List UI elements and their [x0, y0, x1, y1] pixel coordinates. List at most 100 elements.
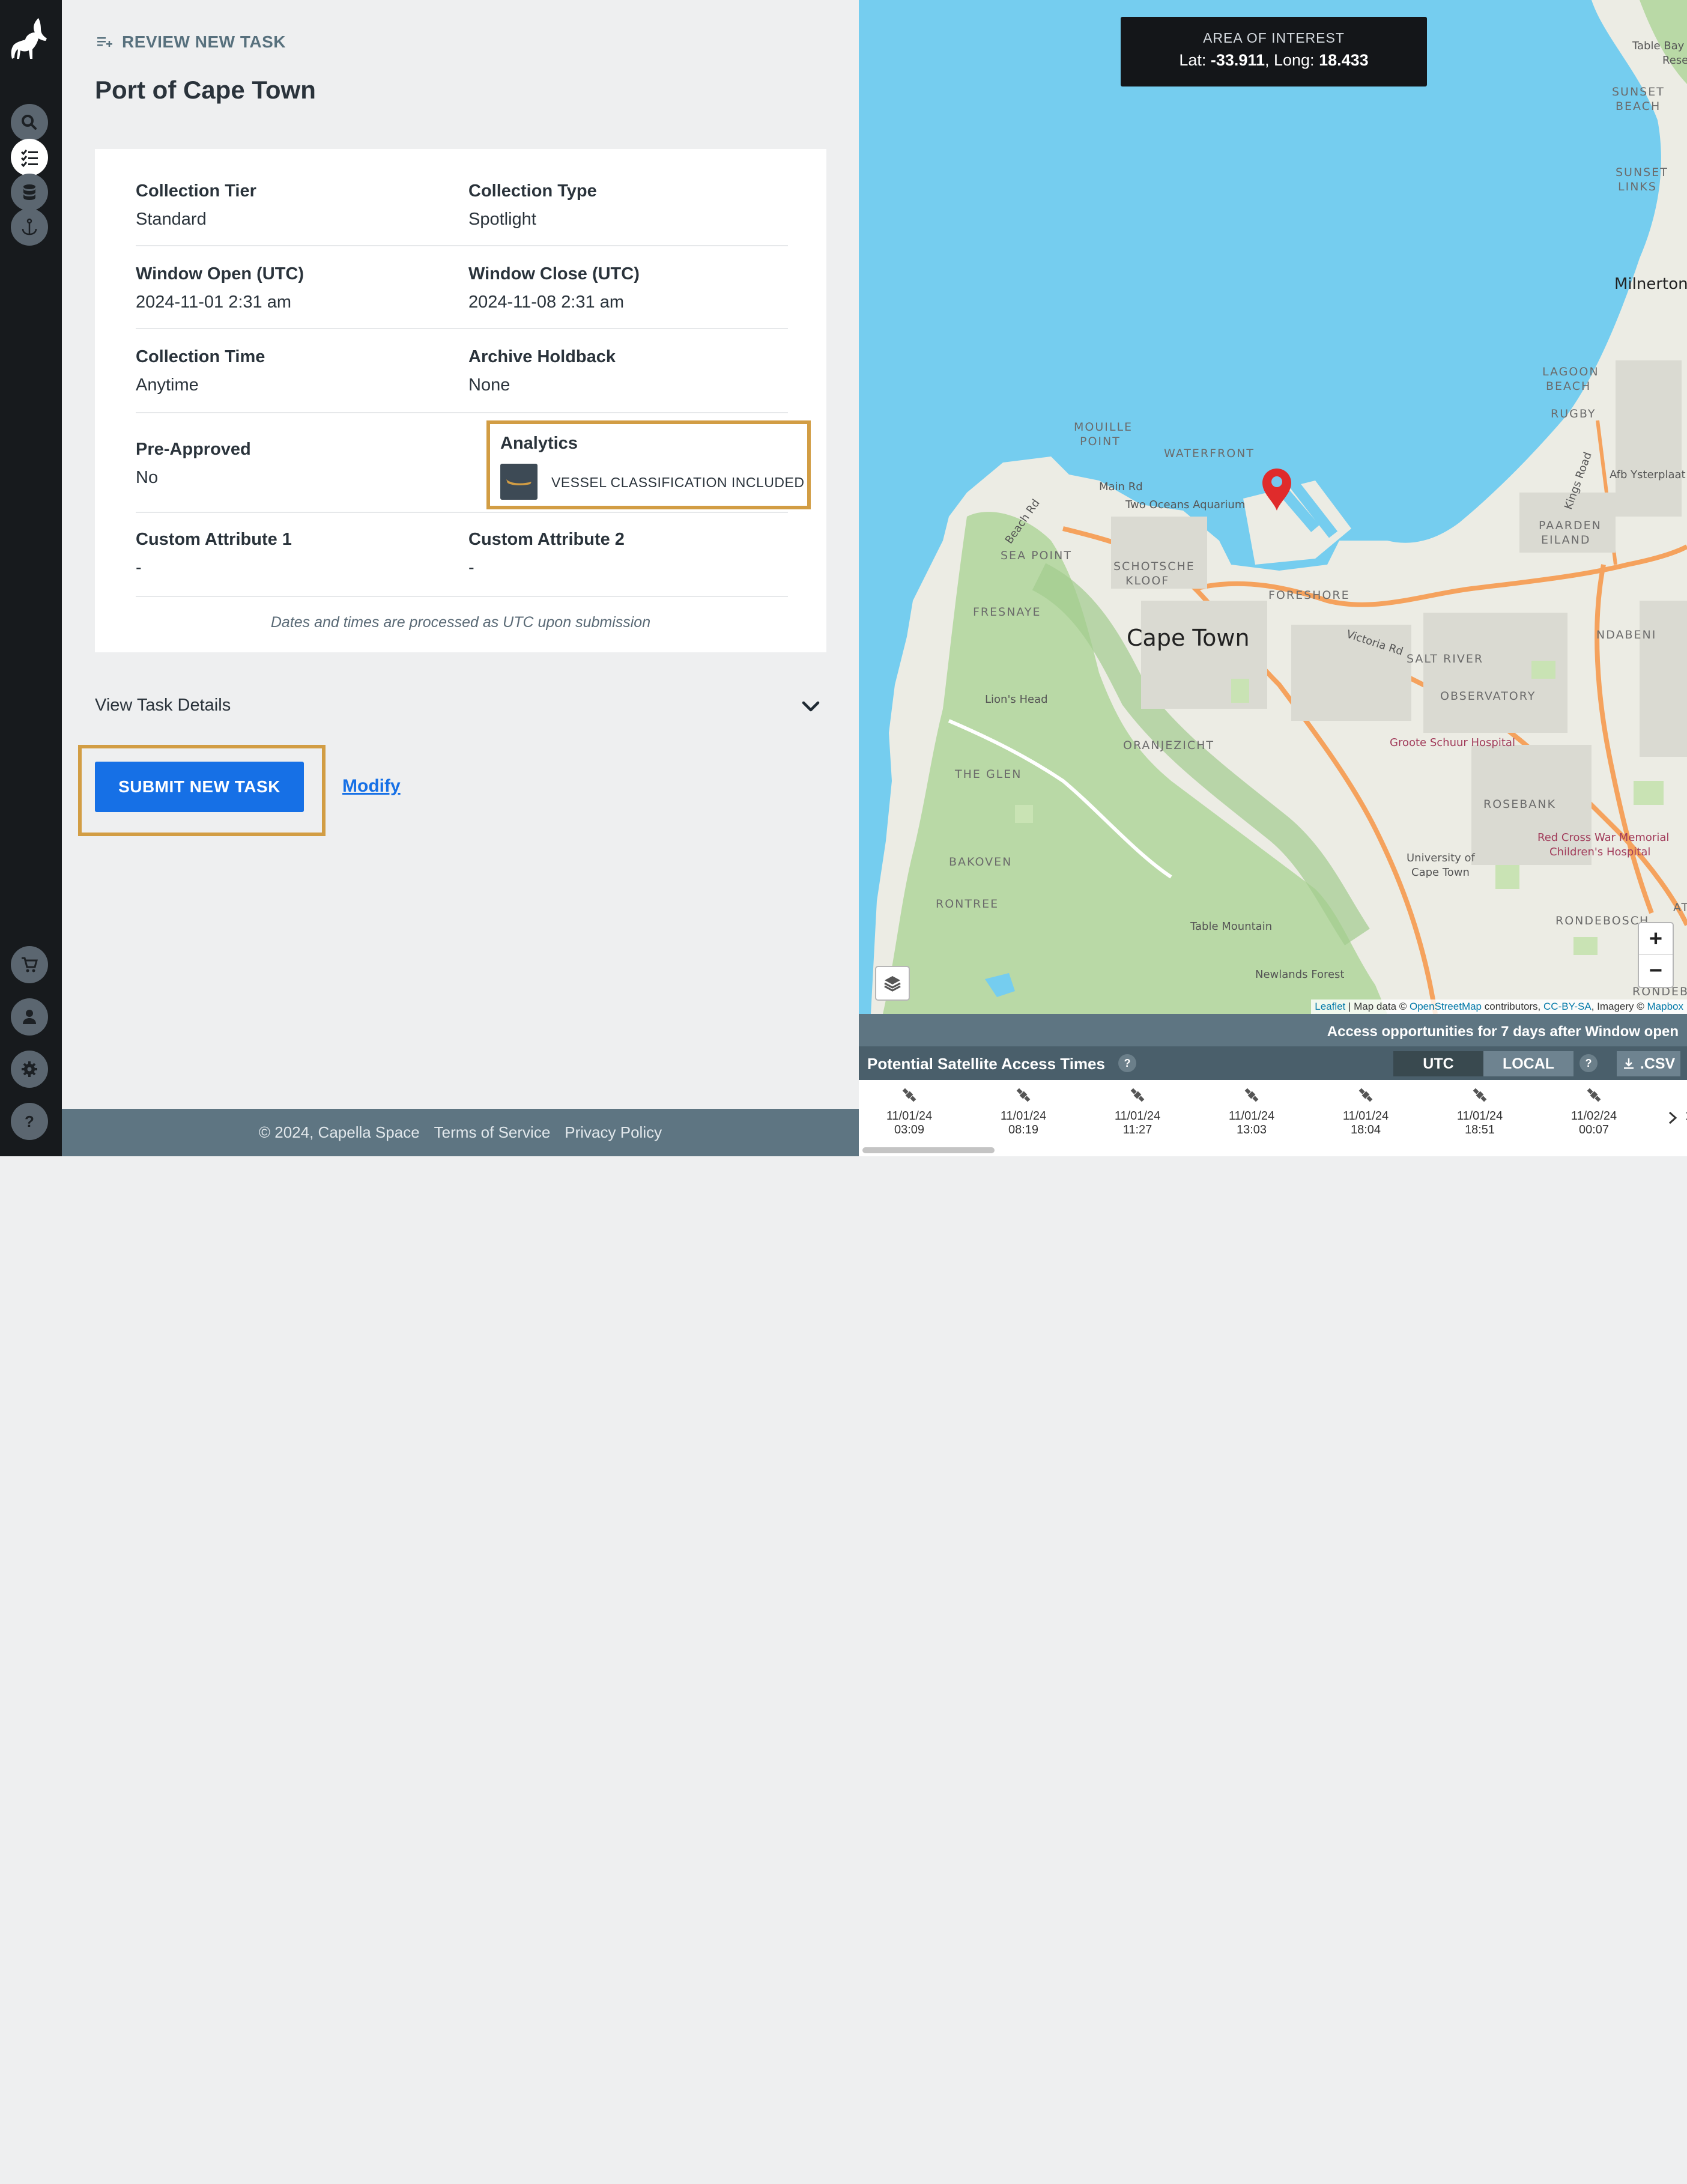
map-label: RONTREE [936, 897, 999, 911]
collection-tier-field: Collection Tier Standard [136, 181, 256, 229]
search-button[interactable] [11, 104, 48, 141]
field-label: Collection Type [468, 181, 597, 201]
field-value: - [468, 558, 474, 577]
map-label: Lion's Head [985, 693, 1048, 706]
zoom-control: + − [1638, 922, 1674, 988]
access-slot[interactable]: 11/02/24 00:07 [1558, 1080, 1630, 1137]
access-help-button[interactable]: ? [1118, 1054, 1136, 1072]
map-label: PAARDEN [1539, 519, 1602, 532]
custom-attribute-2-field: Custom Attribute 2 - [468, 530, 625, 578]
map-label: FRESNAYE [973, 605, 1041, 619]
access-time-slots: 11/01/24 03:09 11/01/24 08:19 11/01/24 11:27 1… [859, 1080, 1687, 1140]
map-label: POINT [1080, 435, 1121, 448]
modify-link[interactable]: Modify [342, 776, 401, 796]
summary-row-tier-type: Collection Tier Standard Collection Type… [136, 181, 788, 246]
slot-date: 11/02/24 [1570, 1109, 1617, 1123]
map[interactable]: AREA OF INTEREST Lat: -33.911, Long: 18.… [859, 0, 1687, 1014]
field-value: Anytime [136, 375, 199, 395]
analytics-field: Analytics VESSEL CLASSIFICATION INCLUDED [486, 420, 811, 509]
access-slot[interactable]: 11/01/24 13:03 [1216, 1080, 1288, 1137]
map-attribution: Leaflet | Map data © OpenStreetMap contr… [1311, 999, 1687, 1014]
svg-text:?: ? [25, 1112, 34, 1130]
map-label: WATERFRONT [1164, 447, 1255, 460]
map-label: Red Cross War Memorial [1537, 831, 1670, 844]
mapbox-link[interactable]: Mapbox [1647, 1001, 1683, 1012]
tasks-button[interactable] [11, 139, 48, 176]
map-label: KLOOF [1125, 574, 1170, 587]
map-label: Main Rd [1099, 481, 1143, 493]
timezone-help-button[interactable]: ? [1579, 1054, 1598, 1072]
view-task-details-toggle[interactable]: View Task Details [95, 691, 826, 721]
map-label: SCHOTSCHE [1113, 560, 1195, 573]
leaflet-link[interactable]: Leaflet [1315, 1001, 1345, 1012]
download-csv-button[interactable]: .CSV [1617, 1051, 1680, 1076]
breadcrumb-label: REVIEW NEW TASK [122, 32, 286, 51]
field-label: Pre-Approved [136, 440, 251, 459]
help-button[interactable]: ? [11, 1103, 48, 1140]
collection-time-field: Collection Time Anytime [136, 347, 265, 395]
access-slot[interactable]: 11/01/24 11:27 [1101, 1080, 1174, 1137]
satellite-icon [1244, 1088, 1259, 1102]
gear-icon [22, 1061, 37, 1077]
chevron-right-icon[interactable] [1665, 1108, 1680, 1128]
horizontal-scrollbar[interactable] [862, 1147, 995, 1153]
map-label: SALT RIVER [1407, 652, 1484, 666]
zoom-out-button[interactable]: − [1639, 955, 1673, 987]
terms-link[interactable]: Terms of Service [434, 1123, 551, 1142]
access-slot[interactable]: 11/01/24 03:09 [873, 1080, 945, 1137]
account-button[interactable] [11, 998, 48, 1036]
osm-link[interactable]: OpenStreetMap [1410, 1001, 1482, 1012]
chevron-right-icon[interactable] [1665, 2164, 1683, 2184]
privacy-link[interactable]: Privacy Policy [565, 1123, 662, 1142]
submit-new-task-button[interactable]: SUBMIT NEW TASK [95, 762, 304, 812]
map-label: AT [1673, 901, 1687, 914]
long-label: , Long: [1264, 51, 1315, 69]
map-label: Table Mountain [1190, 920, 1273, 933]
field-label: Archive Holdback [468, 347, 616, 366]
settings-button[interactable] [11, 1051, 48, 1088]
field-value: 2024-11-01 2:31 am [136, 293, 292, 312]
aoi-heading: AREA OF INTEREST [1203, 30, 1345, 46]
pre-approved-field: Pre-Approved No [136, 440, 251, 488]
map-label: RUGBY [1551, 407, 1596, 420]
vessel-classification-chip [500, 464, 538, 500]
utc-option[interactable]: UTC [1393, 1051, 1483, 1076]
logo-icon[interactable] [8, 14, 52, 72]
satellite-icon [1016, 1088, 1031, 1102]
satellite-access-panel: Access opportunities for 7 days after Wi… [859, 1014, 1687, 1156]
area-of-interest-readout: AREA OF INTEREST Lat: -33.911, Long: 18.… [1121, 17, 1427, 86]
map-label: Cape Town [1411, 866, 1470, 879]
satellite-icon [902, 1088, 916, 1102]
local-option[interactable]: LOCAL [1483, 1051, 1573, 1076]
copyright: © 2024, Capella Space [258, 1123, 420, 1141]
cart-button[interactable] [11, 946, 48, 983]
cc-link[interactable]: CC-BY-SA [1543, 1001, 1592, 1012]
database-button[interactable] [11, 174, 48, 211]
footer: © 2024, Capella Space Terms of Service P… [62, 1109, 859, 1156]
field-label: Custom Attribute 2 [468, 530, 625, 549]
field-label: Analytics [500, 434, 578, 453]
access-slot[interactable]: 11/01/24 08:19 [987, 1080, 1059, 1137]
database-icon [23, 184, 35, 200]
map-pin-icon[interactable] [1260, 467, 1294, 512]
map-label: RONDEBOSCH [1555, 914, 1650, 927]
map-label: Cape Town [1127, 625, 1250, 651]
utc-note: Dates and times are processed as UTC upo… [270, 614, 651, 631]
map-label: University of [1407, 852, 1475, 864]
map-label: NDABENI [1596, 628, 1657, 642]
access-slot[interactable]: 11/01/24 18:04 [1330, 1080, 1402, 1137]
window-close-field: Window Close (UTC) 2024-11-08 2:31 am [468, 264, 640, 312]
maritime-button[interactable] [11, 208, 48, 246]
field-value: - [136, 558, 142, 577]
field-label: Custom Attribute 1 [136, 530, 292, 549]
summary-row-window: Window Open (UTC) 2024-11-01 2:31 am Win… [136, 264, 788, 329]
access-slot[interactable]: 11/01/24 18:51 [1444, 1080, 1516, 1137]
map-label: THE GLEN [955, 768, 1022, 781]
map-label: Children's Hospital [1549, 846, 1651, 858]
layers-button[interactable] [875, 966, 910, 1001]
zoom-in-button[interactable]: + [1639, 923, 1673, 955]
layers-icon [884, 976, 901, 992]
map-label: LAGOON [1542, 365, 1599, 378]
page-title: Port of Cape Town [95, 76, 316, 104]
task-summary-card: Collection Tier Standard Collection Type… [95, 149, 826, 652]
